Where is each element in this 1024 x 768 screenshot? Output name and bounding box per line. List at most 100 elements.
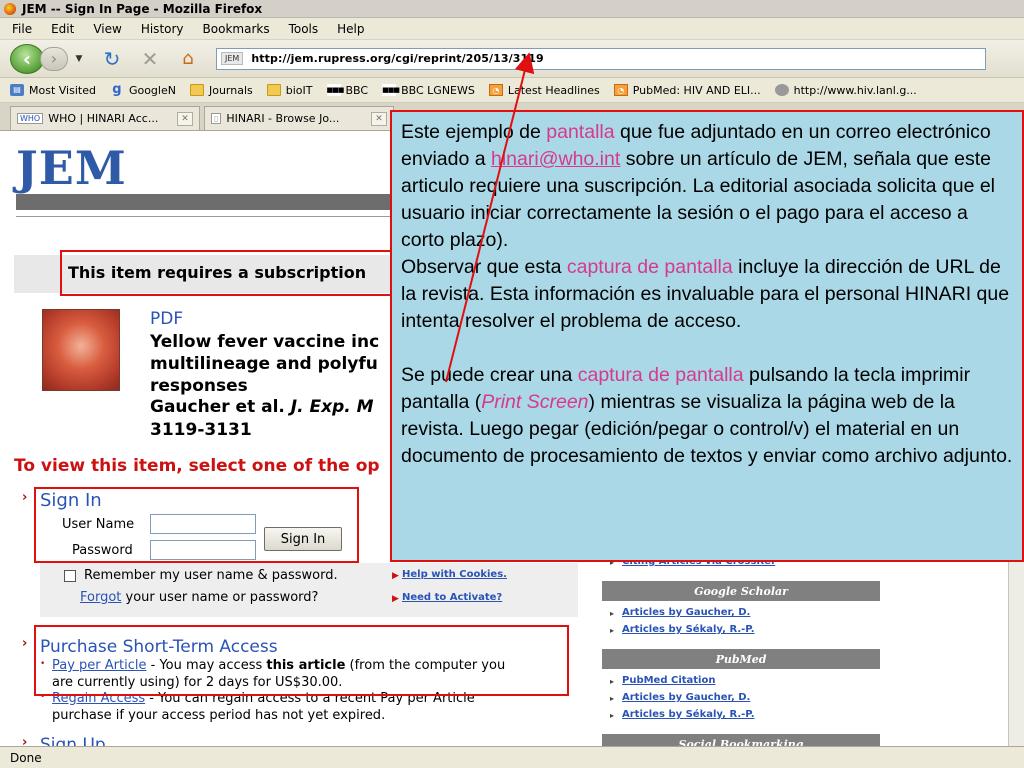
- menu-help[interactable]: Help: [337, 22, 364, 36]
- annotation-callout: Este ejemplo de pantalla que fue adjunta…: [390, 110, 1024, 562]
- history-dropdown[interactable]: ▼: [72, 54, 86, 64]
- arrow-marker-icon: ›: [22, 490, 28, 505]
- signin-highlight: [34, 487, 359, 563]
- social-bookmarking-header: Social Bookmarking: [602, 734, 880, 746]
- jem-logo[interactable]: JEM: [16, 141, 127, 195]
- bookmark-label: http://www.hiv.lanl.g...: [793, 83, 917, 97]
- forgot-text: your user name or password?: [125, 590, 319, 605]
- email-link[interactable]: hinari@who.int: [491, 148, 620, 170]
- forgot-link[interactable]: Forgot: [80, 590, 121, 605]
- window-title: JEM -- Sign In Page - Mozilla Firefox: [22, 1, 263, 16]
- menu-tools[interactable]: Tools: [289, 22, 319, 36]
- pm-author-link-2[interactable]: Articles by Sékaly, R.-P.: [622, 709, 755, 720]
- google-scholar-header: Google Scholar: [602, 581, 880, 601]
- rss-icon: ◔: [488, 84, 503, 96]
- callout-highlight: pantalla: [546, 121, 615, 143]
- access-options-heading: To view this item, select one of the op: [14, 456, 380, 476]
- folder-icon: [189, 84, 204, 96]
- bullet-icon: ▶: [392, 594, 399, 604]
- bookmark-googlen[interactable]: g GoogleN: [110, 82, 176, 97]
- who-icon: WHO: [17, 113, 44, 124]
- tab-label: HINARI - Browse Jo...: [226, 112, 340, 125]
- purchase-highlight: [34, 625, 569, 696]
- bookmark-most-visited[interactable]: ▤ Most Visited: [10, 84, 96, 97]
- tab-label: WHO | HINARI Acc...: [48, 112, 159, 125]
- globe-icon: [774, 84, 789, 96]
- back-button[interactable]: ‹: [10, 43, 44, 74]
- help-cookies-link[interactable]: Help with Cookies.: [402, 569, 507, 580]
- bookmark-bbc-lgnews[interactable]: ■■■ BBC LGNEWS: [382, 84, 475, 97]
- menu-history[interactable]: History: [141, 22, 184, 36]
- menu-bar: File Edit View History Bookmarks Tools H…: [0, 18, 1024, 40]
- article-thumbnail: [42, 309, 120, 391]
- gs-author-link-2[interactable]: Articles by Sékaly, R.-P.: [622, 624, 755, 635]
- window-titlebar: JEM -- Sign In Page - Mozilla Firefox: [0, 0, 1024, 18]
- callout-highlight: captura de pantalla: [566, 256, 733, 278]
- sidebar-arrow-icon: ▸: [610, 711, 615, 720]
- subscription-highlight: [60, 250, 392, 296]
- pdf-link[interactable]: PDF: [150, 309, 183, 329]
- close-icon[interactable]: ✕: [177, 111, 193, 126]
- page-icon: ▯: [211, 113, 222, 124]
- sidebar-arrow-icon: ▸: [610, 677, 615, 686]
- close-icon[interactable]: ✕: [371, 111, 387, 126]
- status-bar: Done: [0, 746, 1024, 768]
- url-text[interactable]: http://jem.rupress.org/cgi/reprint/205/1…: [251, 52, 543, 65]
- rss-icon: ◔: [613, 84, 628, 96]
- menu-view[interactable]: View: [93, 22, 121, 36]
- remember-checkbox[interactable]: [64, 570, 76, 582]
- gs-author-link-1[interactable]: Articles by Gaucher, D.: [622, 607, 750, 618]
- site-favicon: JEM: [221, 52, 244, 65]
- callout-paragraph-1: Este ejemplo de pantalla que fue adjunta…: [401, 119, 1014, 254]
- bookmark-label: BBC: [345, 83, 369, 97]
- address-bar[interactable]: JEM http://jem.rupress.org/cgi/reprint/2…: [216, 47, 986, 70]
- menu-file[interactable]: File: [12, 22, 32, 36]
- tab-hinari-browse[interactable]: ▯ HINARI - Browse Jo... ✕: [204, 106, 394, 130]
- reload-button[interactable]: ↻: [100, 47, 124, 71]
- bookmark-journals[interactable]: Journals: [189, 83, 253, 97]
- callout-text: Observar que esta: [401, 256, 567, 278]
- bullet-icon: ▶: [392, 571, 399, 581]
- menu-edit[interactable]: Edit: [51, 22, 74, 36]
- bookmark-hiv-lanl[interactable]: http://www.hiv.lanl.g...: [774, 83, 917, 97]
- bookmark-bbc[interactable]: ■■■ BBC: [326, 83, 369, 97]
- signup-heading: Sign Up: [40, 735, 106, 746]
- callout-paragraph-3: Se puede crear una captura de pantalla p…: [401, 362, 1014, 470]
- home-icon: ⌂: [182, 48, 194, 69]
- remember-label: Remember my user name & password.: [84, 568, 338, 583]
- stop-icon: ✕: [141, 46, 159, 71]
- forgot-line: Forgot your user name or password?: [80, 590, 318, 605]
- journal-name: J. Exp. M: [290, 397, 374, 417]
- arrow-marker-icon: ›: [22, 735, 28, 746]
- regain-line-2: purchase if your access period has not y…: [52, 708, 386, 723]
- callout-key-name: Print Screen: [481, 391, 589, 413]
- need-activate-link[interactable]: Need to Activate?: [402, 592, 502, 603]
- bookmarks-toolbar: ▤ Most Visited g GoogleN Journals bioIT ■■…: [0, 78, 1024, 103]
- callout-highlight: captura de pantalla: [577, 364, 744, 386]
- reload-icon: ↻: [103, 46, 121, 71]
- bookmark-latest-headlines[interactable]: ◔ Latest Headlines: [488, 84, 600, 97]
- pubmed-citation-link[interactable]: PubMed Citation: [622, 675, 715, 686]
- bookmark-label: bioIT: [285, 83, 313, 97]
- status-text: Done: [10, 750, 42, 765]
- tab-who-hinari[interactable]: WHO WHO | HINARI Acc... ✕: [10, 106, 200, 130]
- chevron-down-icon: ▼: [75, 53, 83, 64]
- firefox-icon: [4, 2, 16, 15]
- article-authors: Gaucher et al.: [150, 397, 285, 417]
- bookmark-bioit[interactable]: bioIT: [266, 83, 313, 97]
- bookmark-label: Journals: [208, 83, 253, 97]
- forward-button[interactable]: ›: [40, 46, 68, 71]
- pm-author-link-1[interactable]: Articles by Gaucher, D.: [622, 692, 750, 703]
- sidebar-arrow-icon: ▸: [610, 694, 615, 703]
- bookmark-label: PubMed: HIV AND ELI...: [632, 83, 761, 97]
- google-icon: g: [112, 82, 122, 97]
- bookmark-pubmed[interactable]: ◔ PubMed: HIV AND ELI...: [613, 83, 761, 97]
- folder-icon: [266, 84, 281, 96]
- callout-text: Este ejemplo de: [401, 121, 547, 143]
- back-arrow-icon: ‹: [22, 46, 32, 71]
- bookmark-label: Most Visited: [29, 83, 96, 97]
- menu-bookmarks[interactable]: Bookmarks: [203, 22, 270, 36]
- home-button[interactable]: ⌂: [176, 48, 200, 69]
- stop-button[interactable]: ✕: [138, 47, 162, 71]
